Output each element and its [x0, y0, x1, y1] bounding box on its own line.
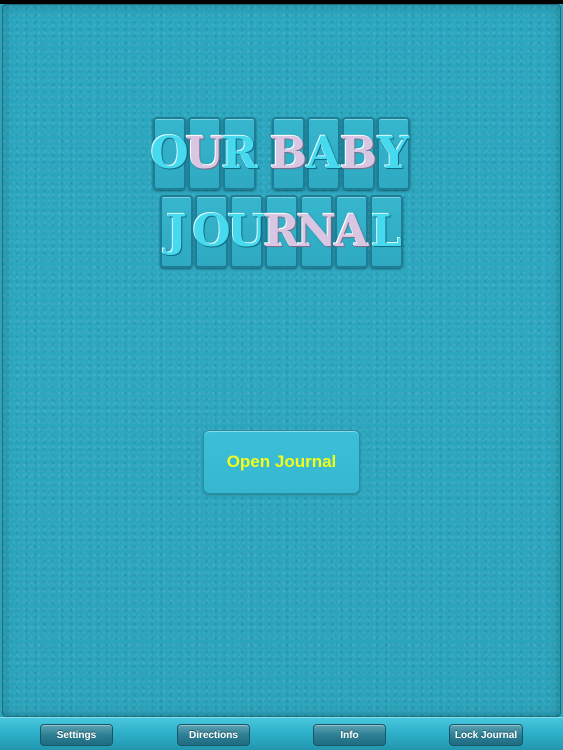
journal-cover — [2, 4, 561, 717]
journal-title: OUR BABY JOURNAL — [0, 117, 563, 268]
title-letter-tile: J — [160, 195, 193, 268]
title-letter-tile: R — [221, 117, 258, 190]
directions-button[interactable]: Directions — [177, 724, 250, 746]
title-letter-tile: L — [370, 195, 403, 268]
lock-journal-button[interactable]: Lock Journal — [449, 724, 523, 746]
title-letter-tile: A — [334, 195, 369, 268]
app-screen: OUR BABY JOURNAL Open Journal Settings D… — [0, 0, 563, 750]
title-letter-tile: O — [192, 195, 231, 268]
title-letter-tile: U — [185, 117, 224, 190]
title-letter-tile: B — [340, 117, 377, 190]
title-letter-tile: N — [296, 195, 337, 268]
info-button[interactable]: Info — [313, 724, 386, 746]
title-letter-tile: U — [227, 195, 266, 268]
settings-button[interactable]: Settings — [40, 724, 113, 746]
title-letter-tile: A — [306, 117, 341, 190]
title-letter-tile: O — [150, 117, 189, 190]
title-line-1: OUR BABY — [0, 117, 563, 190]
title-letter-tile: R — [263, 195, 300, 268]
open-journal-button[interactable]: Open Journal — [203, 430, 360, 494]
bottom-toolbar: Settings Directions Info Lock Journal — [0, 717, 563, 750]
title-letter-tile: B — [270, 117, 307, 190]
title-letter-tile: Y — [377, 117, 410, 190]
title-line-2: JOURNAL — [0, 195, 563, 268]
